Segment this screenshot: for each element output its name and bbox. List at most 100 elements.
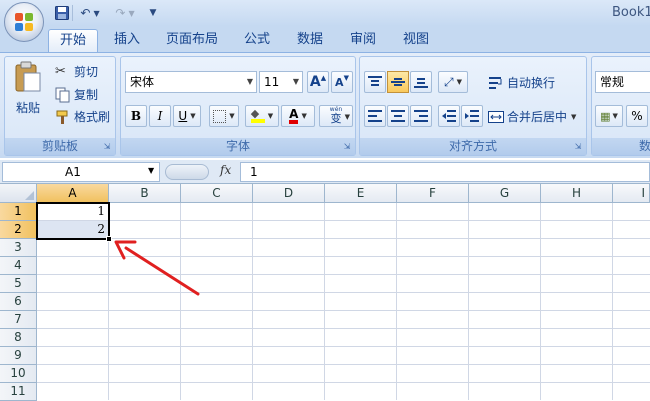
gridline [396,203,397,400]
column-header-e[interactable]: E [325,184,397,203]
column-header-a[interactable]: A [37,184,109,203]
align-top-button[interactable] [364,71,386,93]
formula-input[interactable]: 1 [240,162,650,182]
font-size-dropdown-icon[interactable]: ▼ [293,72,299,92]
column-header-i[interactable]: I [613,184,650,203]
office-logo-icon [15,13,33,31]
font-color-button[interactable]: A ▼ [281,105,315,127]
font-name-value: 宋体 [130,75,155,89]
column-header-c[interactable]: C [181,184,253,203]
column-header-h[interactable]: H [541,184,613,203]
spreadsheet-grid: A B C D E F G H I 1 2 3 4 5 6 7 8 9 10 1… [0,184,650,401]
font-name-combo[interactable]: 宋体 ▼ [125,71,257,93]
align-left-icon [368,110,382,122]
column-header-b[interactable]: B [109,184,181,203]
row-header-5[interactable]: 5 [0,275,37,293]
row-header-3[interactable]: 3 [0,239,37,257]
tab-page-layout[interactable]: 页面布局 [160,29,224,52]
name-box[interactable]: A1 [2,162,160,182]
align-right-button[interactable] [410,105,432,127]
align-right-icon [414,110,428,122]
save-icon[interactable] [53,4,71,22]
shrink-font-button[interactable]: A ▼ [331,71,353,93]
tab-review[interactable]: 审阅 [340,29,386,52]
redo-icon[interactable]: ↷ ▼ [110,4,140,22]
tab-insert[interactable]: 插入 [104,29,150,52]
align-left-button[interactable] [364,105,386,127]
row-header-10[interactable]: 10 [0,365,37,383]
number-format-combo[interactable]: 常规 [595,71,650,93]
wrap-text-button[interactable]: 自动换行 [488,74,555,91]
tab-formulas[interactable]: 公式 [234,29,280,52]
merge-center-button[interactable]: 合并后居中 ▼ [488,108,576,125]
fill-handle[interactable] [106,236,112,242]
clipboard-launcher-icon[interactable]: ⇲ [102,142,112,152]
row-header-1[interactable]: 1 [0,203,37,221]
select-all-corner[interactable] [0,184,37,203]
row-header-6[interactable]: 6 [0,293,37,311]
align-center-icon [391,110,405,122]
tab-data[interactable]: 数据 [287,29,333,52]
office-button[interactable] [4,2,44,42]
decrease-indent-button[interactable] [438,105,460,127]
cut-label: 剪切 [74,65,99,79]
increase-indent-button[interactable] [461,105,483,127]
orientation-button[interactable]: ⤢ ▼ [438,71,468,93]
fill-color-button[interactable]: ◆ ▼ [245,105,279,127]
gridline [37,328,650,329]
gridline [37,274,650,275]
undo-icon[interactable]: ↶ ▼ [75,4,105,22]
formula-bar-resize-grip[interactable] [165,164,209,180]
merge-center-dropdown-icon[interactable]: ▼ [571,113,576,121]
name-box-dropdown-icon[interactable]: ▼ [148,166,154,175]
scissors-icon: ✂ [55,63,66,79]
tab-home[interactable]: 开始 [48,29,98,52]
column-header-f[interactable]: F [397,184,469,203]
font-color-icon: A [289,108,299,124]
clipboard-group: 粘贴 ✂ 剪切 复制 格式刷 剪贴板 ⇲ [4,56,116,156]
bold-button[interactable]: B [125,105,147,127]
font-launcher-icon[interactable]: ⇲ [342,142,352,152]
phonetic-guide-button[interactable]: wén 变 ▼ [319,105,353,127]
align-bottom-icon [414,78,428,88]
grow-font-button[interactable]: A ▲ [307,71,329,93]
tab-view[interactable]: 视图 [393,29,439,52]
row-header-2[interactable]: 2 [0,221,37,239]
align-bottom-button[interactable] [410,71,432,93]
borders-button[interactable]: ▼ [209,105,239,127]
wrap-text-label: 自动换行 [507,76,556,90]
row-header-4[interactable]: 4 [0,257,37,275]
format-painter-button[interactable]: 格式刷 [55,108,110,125]
row-header-11[interactable]: 11 [0,383,37,401]
customize-quick-access-icon[interactable]: ▼ [146,4,160,22]
paste-label: 粘贴 [15,101,40,115]
borders-icon [213,109,227,123]
font-name-dropdown-icon[interactable]: ▼ [247,72,253,92]
column-header-d[interactable]: D [253,184,325,203]
title-bar: ↶ ▼ ↷ ▼ ▼ Book1 [0,0,650,26]
percent-style-button[interactable]: % [626,105,648,127]
font-size-combo[interactable]: 11 ▼ [259,71,303,93]
copy-icon [55,87,71,103]
row-header-9[interactable]: 9 [0,347,37,365]
font-size-value: 11 [264,75,280,89]
copy-button[interactable]: 复制 [55,86,98,103]
paste-button[interactable]: 粘贴 [9,61,47,123]
align-middle-button[interactable] [387,71,409,93]
cut-button[interactable]: ✂ 剪切 [55,63,98,80]
align-center-button[interactable] [387,105,409,127]
row-header-8[interactable]: 8 [0,329,37,347]
underline-button[interactable]: U ▼ [173,105,201,127]
number-group: 常规 ▦ ▼ % 数 [591,56,650,156]
gridline [612,203,613,400]
column-header-g[interactable]: G [469,184,541,203]
gridline [37,256,650,257]
row-header-7[interactable]: 7 [0,311,37,329]
gridline [252,203,253,400]
insert-function-icon[interactable]: fx [220,163,231,177]
formula-bar: A1 ▼ fx 1 [0,160,650,184]
alignment-launcher-icon[interactable]: ⇲ [573,142,583,152]
italic-button[interactable]: I [149,105,171,127]
accounting-format-button[interactable]: ▦ ▼ [595,105,623,127]
gridline [540,203,541,400]
